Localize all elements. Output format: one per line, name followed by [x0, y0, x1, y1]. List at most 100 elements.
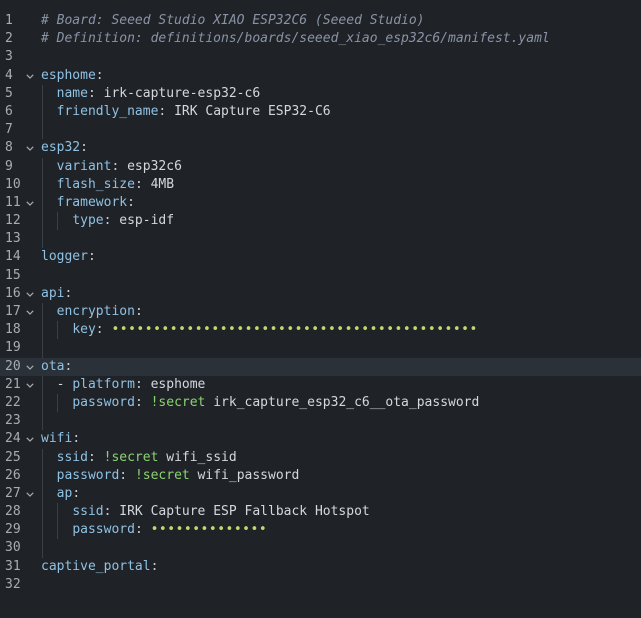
gutter: 13	[0, 230, 38, 248]
yaml-key: password	[56, 467, 120, 483]
line-number: 12	[5, 213, 21, 229]
code-line[interactable]: 20 ota:	[0, 357, 641, 376]
yaml-key: name	[56, 85, 88, 101]
chevron-down-icon[interactable]	[25, 376, 36, 394]
code-line[interactable]: 28 ssid: IRK Capture ESP Fallback Hotspo…	[0, 503, 641, 522]
punctuation: :	[127, 194, 135, 210]
gutter: 23	[0, 412, 38, 430]
code-line[interactable]: 9 variant: esp32c6	[0, 157, 641, 176]
code-line[interactable]: 29 password: ••••••••••••••	[0, 521, 641, 540]
indent-guide	[41, 448, 43, 467]
indent-guide	[57, 393, 59, 413]
code-text: ssid: IRK Capture ESP Fallback Hotspot	[41, 503, 641, 522]
code-line[interactable]: 13	[0, 230, 641, 249]
punctuation: :	[72, 485, 81, 501]
code-line[interactable]: 23	[0, 412, 641, 431]
line-number: 6	[5, 103, 13, 119]
gutter: 24	[0, 430, 38, 448]
gutter: 10	[0, 176, 38, 194]
line-number: 8	[5, 140, 13, 156]
line-number: 14	[5, 249, 21, 265]
code-text: esphome:	[41, 67, 641, 85]
code-line[interactable]: 12 type: esp-idf	[0, 212, 641, 231]
code-text: logger:	[41, 248, 641, 266]
chevron-down-icon[interactable]	[25, 67, 36, 85]
chevron-down-icon[interactable]	[25, 139, 36, 157]
gutter: 1	[0, 12, 38, 30]
gutter: 30	[0, 539, 38, 557]
yaml-value: wifi_password	[189, 467, 300, 483]
code-line[interactable]: 10 flash_size: 4MB	[0, 175, 641, 194]
code-line[interactable]: 4 esphome:	[0, 67, 641, 85]
code-text	[41, 121, 641, 140]
code-line[interactable]: 26 password: !secret wifi_password	[0, 466, 641, 485]
code-line[interactable]: 8 esp32:	[0, 139, 641, 157]
indent-guide	[41, 375, 43, 394]
code-line[interactable]: 25 ssid: !secret wifi_ssid	[0, 448, 641, 467]
yaml-value: irk-capture-esp32-c6	[103, 85, 261, 101]
code-line[interactable]: 3	[0, 48, 641, 66]
code-line[interactable]: 19	[0, 339, 641, 358]
punctuation: :	[87, 449, 104, 465]
code-line[interactable]: 32	[0, 576, 641, 594]
code-line[interactable]: 6 friendly_name: IRK Capture ESP32-C6	[0, 102, 641, 122]
code-text	[41, 539, 641, 558]
code-line[interactable]: 21 - platform: esphome	[0, 375, 641, 394]
code-line[interactable]: 16 api:	[0, 285, 641, 303]
indent-guide	[41, 503, 43, 522]
code-text: friendly_name: IRK Capture ESP32-C6	[41, 102, 641, 122]
code-editor[interactable]: 1 # Board: Seeed Studio XIAO ESP32C6 (See…	[0, 0, 641, 618]
code-text: # Definition: definitions/boards/seeed_x…	[41, 30, 641, 48]
code-line[interactable]: 17 encryption:	[0, 303, 641, 322]
code-line[interactable]: 14 logger:	[0, 248, 641, 266]
code-line[interactable]: 15	[0, 267, 641, 285]
gutter: 3	[0, 48, 38, 66]
chevron-down-icon[interactable]	[25, 430, 36, 448]
gutter: 9	[0, 158, 38, 176]
chevron-down-icon[interactable]	[25, 285, 36, 303]
indent-guide	[41, 321, 43, 340]
code-line[interactable]: 2 # Definition: definitions/boards/seeed_…	[0, 30, 641, 48]
code-line[interactable]: 11 framework:	[0, 193, 641, 213]
chevron-down-icon[interactable]	[25, 194, 36, 212]
code-line[interactable]: 30	[0, 539, 641, 558]
yaml-value: 4MB	[150, 176, 175, 192]
code-line[interactable]: 18 key: ••••••••••••••••••••••••••••••••…	[0, 321, 641, 340]
indent-guide	[41, 339, 43, 358]
gutter: 16	[0, 285, 38, 303]
gutter: 32	[0, 576, 38, 594]
punctuation: :	[134, 394, 151, 410]
line-number: 18	[5, 322, 21, 338]
code-line[interactable]: 27 ap:	[0, 484, 641, 504]
chevron-down-icon[interactable]	[25, 303, 36, 321]
gutter: 17	[0, 303, 38, 321]
code-line[interactable]: 5 name: irk-capture-esp32-c6	[0, 84, 641, 103]
code-line[interactable]: 7	[0, 121, 641, 140]
chevron-down-icon[interactable]	[25, 485, 36, 503]
indent-guide	[41, 466, 43, 485]
indent-guide	[41, 484, 43, 504]
code-text: framework:	[41, 193, 641, 213]
yaml-key: captive_portal	[41, 558, 151, 574]
gutter: 22	[0, 394, 38, 412]
code-line[interactable]: 24 wifi:	[0, 430, 641, 448]
gutter: 2	[0, 30, 38, 48]
code-line[interactable]: 22 password: !secret irk_capture_esp32_c…	[0, 393, 641, 413]
code-text: encryption:	[41, 303, 641, 322]
yaml-key: key	[72, 322, 96, 338]
yaml-key: wifi	[41, 431, 73, 447]
line-number: 17	[5, 304, 21, 319]
indent-guide	[41, 102, 43, 122]
code-line[interactable]: 31 captive_portal:	[0, 558, 641, 576]
punctuation: :	[134, 176, 151, 192]
chevron-down-icon[interactable]	[25, 358, 36, 376]
gutter: 14	[0, 248, 38, 266]
code-line[interactable]: 1 # Board: Seeed Studio XIAO ESP32C6 (See…	[0, 12, 641, 30]
code-text: flash_size: 4MB	[41, 175, 641, 194]
line-number: 24	[5, 431, 21, 447]
gutter: 26	[0, 467, 38, 485]
